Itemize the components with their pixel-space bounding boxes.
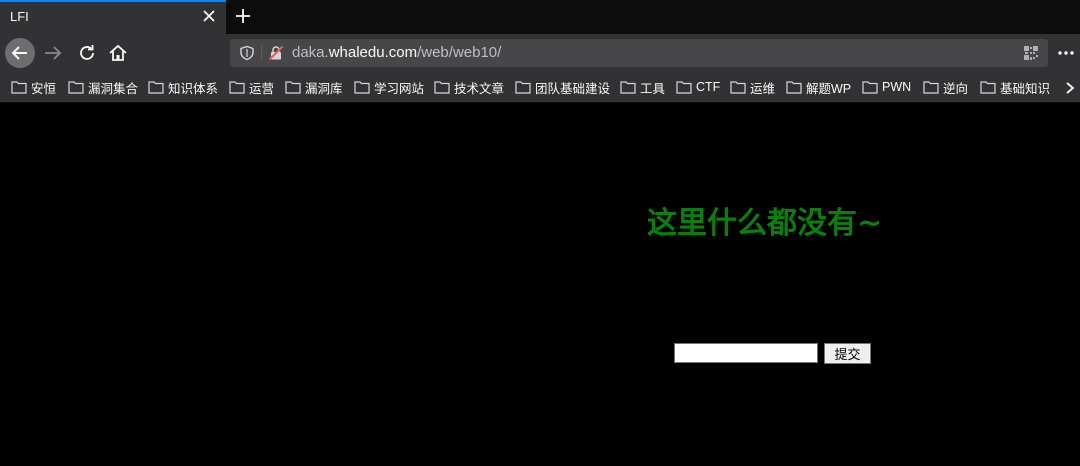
bookmark-label: 漏洞库 bbox=[305, 81, 343, 96]
bookmark-label: 知识体系 bbox=[168, 81, 219, 96]
folder-icon bbox=[786, 81, 802, 94]
folder-icon bbox=[730, 81, 746, 94]
text-input[interactable] bbox=[674, 343, 818, 363]
bookmark-label: 学习网站 bbox=[374, 81, 425, 96]
folder-icon bbox=[229, 81, 245, 94]
bookmark-folder[interactable]: 解题WP bbox=[786, 78, 851, 96]
bookmark-folder[interactable]: 知识体系 bbox=[148, 78, 218, 96]
navigation-toolbar: daka.whaledu.com/web/web10/ bbox=[0, 34, 1080, 72]
home-icon[interactable] bbox=[107, 42, 129, 64]
bookmark-folder[interactable]: 学习网站 bbox=[354, 78, 424, 96]
folder-icon bbox=[620, 81, 636, 94]
bookmark-label: 漏洞集合 bbox=[88, 81, 139, 96]
folder-icon bbox=[148, 81, 164, 94]
bookmark-folder[interactable]: 基础知识 bbox=[980, 78, 1050, 96]
bookmark-folder[interactable]: PWN bbox=[862, 78, 911, 96]
active-tab[interactable]: LFI bbox=[0, 0, 226, 34]
bookmark-folder[interactable]: 漏洞库 bbox=[285, 78, 343, 96]
back-arrow-icon[interactable] bbox=[5, 38, 35, 68]
bookmark-label: 运维 bbox=[750, 81, 776, 96]
folder-icon bbox=[285, 81, 301, 94]
bookmark-label: 基础知识 bbox=[1000, 81, 1051, 96]
folder-icon bbox=[980, 81, 996, 94]
bookmark-folder[interactable]: 团队基础建设 bbox=[515, 78, 610, 96]
bookmark-label: CTF bbox=[696, 80, 721, 94]
folder-icon bbox=[676, 81, 692, 94]
bookmark-folder[interactable]: 运营 bbox=[229, 78, 274, 96]
urlbar-separator bbox=[261, 45, 262, 61]
bookmark-label: 技术文章 bbox=[454, 81, 505, 96]
bookmark-folder[interactable]: 工具 bbox=[620, 78, 665, 96]
reload-icon[interactable] bbox=[76, 42, 98, 64]
qr-code-icon[interactable] bbox=[1023, 45, 1039, 61]
tab-strip: LFI bbox=[0, 0, 1080, 34]
bookmark-label: 逆向 bbox=[943, 81, 969, 96]
folder-icon bbox=[515, 81, 531, 94]
url-host: whaledu.com bbox=[328, 44, 418, 61]
url-path: /web/web10/ bbox=[417, 44, 502, 61]
close-icon[interactable] bbox=[200, 7, 218, 25]
tab-accent-line bbox=[0, 0, 226, 2]
bookmark-folder[interactable]: CTF bbox=[676, 78, 720, 96]
folder-icon bbox=[11, 81, 27, 94]
folder-icon bbox=[354, 81, 370, 94]
bookmark-label: PWN bbox=[882, 80, 912, 94]
bookmark-label: 解题WP bbox=[806, 81, 852, 96]
shield-icon[interactable] bbox=[239, 45, 255, 61]
bookmarks-toolbar: 安恒 漏洞集合 知识体系 运营 漏洞库 学习网站 技术文章 团队基础建设 工具 … bbox=[0, 72, 1080, 103]
tab-title: LFI bbox=[10, 9, 29, 24]
url-prefix: daka. bbox=[292, 44, 329, 61]
bookmark-label: 工具 bbox=[640, 81, 666, 96]
bookmark-folder[interactable]: 漏洞集合 bbox=[68, 78, 138, 96]
chevron-right-icon[interactable] bbox=[1064, 80, 1076, 94]
bookmark-folder[interactable]: 运维 bbox=[730, 78, 775, 96]
folder-icon bbox=[434, 81, 450, 94]
bookmark-label: 团队基础建设 bbox=[535, 81, 611, 96]
bookmark-label: 运营 bbox=[249, 81, 275, 96]
more-menu-icon[interactable] bbox=[1056, 43, 1076, 63]
folder-icon bbox=[68, 81, 84, 94]
folder-icon bbox=[923, 81, 939, 94]
page-content: 这里什么都没有~ 提交 bbox=[0, 103, 1080, 466]
plus-icon[interactable] bbox=[232, 5, 254, 27]
submit-button[interactable]: 提交 bbox=[824, 343, 871, 364]
bookmark-folder[interactable]: 逆向 bbox=[923, 78, 968, 96]
url-text[interactable]: daka.whaledu.com/web/web10/ bbox=[292, 44, 501, 61]
page-heading: 这里什么都没有~ bbox=[647, 206, 883, 241]
forward-arrow-icon bbox=[42, 42, 64, 64]
bookmark-folder[interactable]: 安恒 bbox=[11, 78, 56, 96]
address-bar[interactable]: daka.whaledu.com/web/web10/ bbox=[230, 39, 1048, 67]
bookmark-folder[interactable]: 技术文章 bbox=[434, 78, 504, 96]
folder-icon bbox=[862, 81, 878, 94]
bookmark-label: 安恒 bbox=[31, 81, 57, 96]
insecure-lock-icon[interactable] bbox=[268, 45, 284, 61]
